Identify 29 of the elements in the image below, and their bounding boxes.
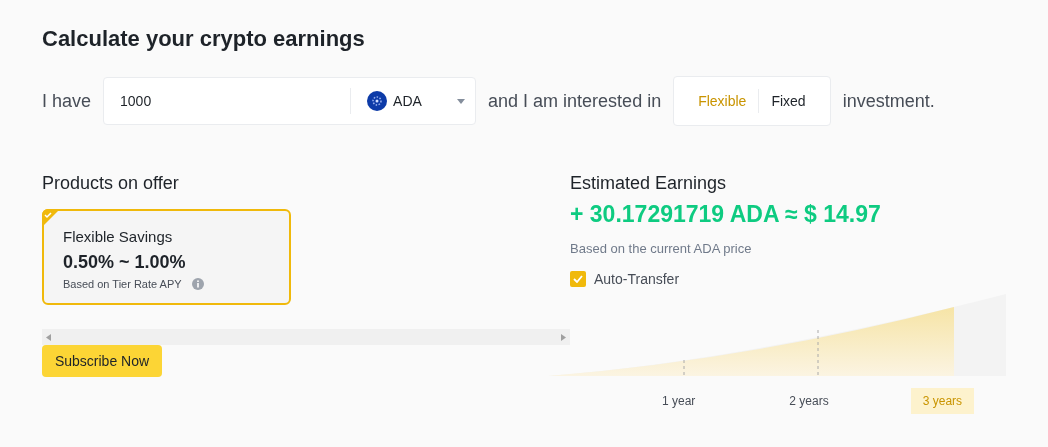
sentence-text: and I am interested in	[488, 89, 662, 113]
product-card[interactable]: Flexible Savings 0.50% ~ 1.00% Based on Tier Rate APY	[42, 209, 291, 305]
section-heading: Estimated Earnings	[570, 172, 728, 195]
check-icon	[573, 275, 583, 283]
coin-select[interactable]: ADA	[351, 78, 476, 124]
earnings-value: + 30.17291719 ADA ≈ $ 14.97	[570, 200, 882, 229]
earnings-note: Based on the current ADA price	[570, 240, 753, 258]
caret-icon	[457, 98, 466, 104]
sentence-text: I have	[42, 89, 92, 113]
period-tab[interactable]: 1 year	[650, 387, 708, 414]
page-title: Calculate your crypto earnings	[42, 25, 366, 53]
info-icon[interactable]	[191, 278, 204, 291]
horizontal-scrollbar[interactable]	[42, 329, 570, 345]
coin-icon	[367, 91, 388, 111]
subscribe-button[interactable]: Subscribe Now	[42, 345, 162, 377]
auto-transfer-checkbox[interactable]	[570, 271, 586, 287]
check-corner-icon	[42, 209, 60, 227]
sentence-text: investment.	[842, 89, 935, 113]
product-name: Flexible Savings	[63, 227, 174, 247]
period-tab[interactable]: 2 years	[777, 387, 841, 414]
product-note: Based on Tier Rate APY	[63, 277, 182, 292]
scroll-right-icon[interactable]	[561, 333, 566, 341]
amount-input[interactable]: 1000	[104, 90, 351, 112]
scroll-left-icon[interactable]	[46, 333, 51, 341]
checkbox-label: Auto-Transfer	[594, 269, 680, 289]
amount-field[interactable]: 1000 ADA	[103, 77, 477, 125]
product-rate: 0.50% ~ 1.00%	[63, 251, 187, 274]
investment-type-tab[interactable]: Fixed	[759, 90, 818, 112]
section-heading: Products on offer	[42, 172, 180, 195]
